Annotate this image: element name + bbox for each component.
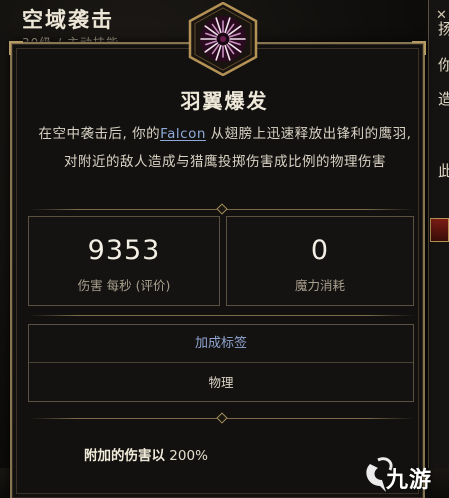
background-panel-title: 空域袭击 [22, 8, 114, 32]
stat-value-mana-cost: 0 [310, 235, 330, 266]
bonus-damage-prefix: 附加的伤害以 [84, 448, 165, 464]
skill-description: 在空中袭击后, 你的Falcon 从翅膀上迅速释放出锋利的鹰羽, 对附近的敌人造… [30, 120, 420, 176]
right-panel-text-4: 此 [438, 162, 449, 180]
tags-box: 加成标签 物理 [28, 324, 414, 402]
stat-box-dps: 9353 伤害 每秒 (评价) [28, 216, 220, 306]
stat-box-mana-cost: 0 魔力消耗 [226, 216, 414, 306]
stat-value-dps: 9353 [87, 235, 161, 266]
falcon-link[interactable]: Falcon [160, 126, 206, 142]
skill-name: 羽翼爆发 [180, 89, 269, 113]
feather-burst-icon [188, 2, 258, 76]
tooltip-corner-ornament [9, 41, 23, 55]
tag-physical: 物理 [208, 375, 234, 390]
bonus-damage-value: 200% [169, 448, 208, 464]
section-divider [30, 315, 414, 316]
watermark-text: 九游 [386, 468, 433, 493]
tooltip-corner-ornament [412, 41, 426, 55]
skill-description-start: 在空中袭击后, 你的 [38, 126, 161, 142]
skill-slot-icon[interactable] [430, 218, 449, 242]
right-panel-text-1: 扬 [438, 20, 449, 38]
bonus-damage-line: 附加的伤害以 200% [84, 444, 208, 464]
stat-label-dps: 伤害 每秒 (评价) [77, 278, 171, 293]
right-panel-text-2: 你 [438, 56, 449, 74]
tags-header: 加成标签 [29, 325, 413, 363]
stat-label-mana-cost: 魔力消耗 [294, 278, 345, 293]
